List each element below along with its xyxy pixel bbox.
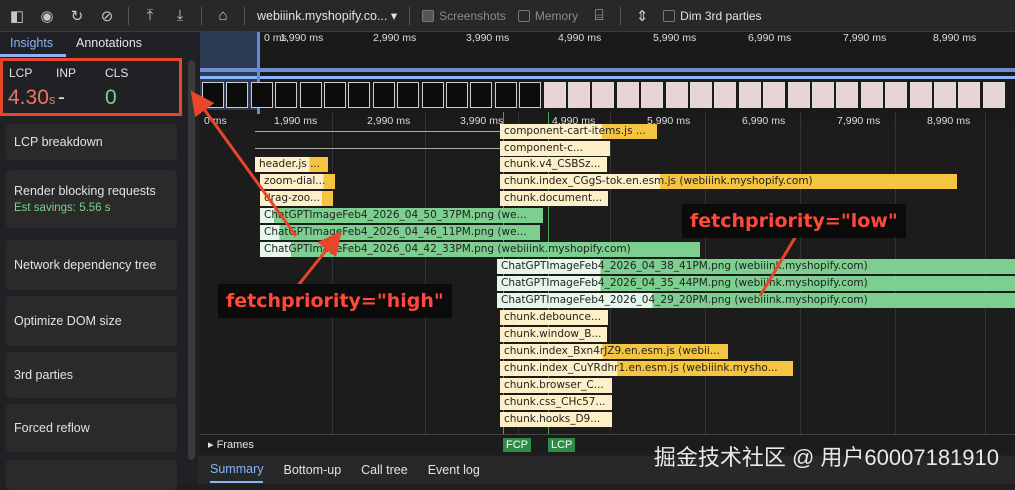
annotation-arrows (0, 0, 1015, 484)
arrow-to-low (760, 236, 796, 296)
arrow-to-metrics (196, 98, 296, 236)
annotation-fetchpriority-high: fetchpriority="high" (218, 284, 452, 318)
arrow-to-high (296, 238, 336, 288)
annotation-fetchpriority-low: fetchpriority="low" (682, 204, 906, 238)
watermark: 掘金技术社区 @ 用户60007181910 (654, 440, 999, 472)
